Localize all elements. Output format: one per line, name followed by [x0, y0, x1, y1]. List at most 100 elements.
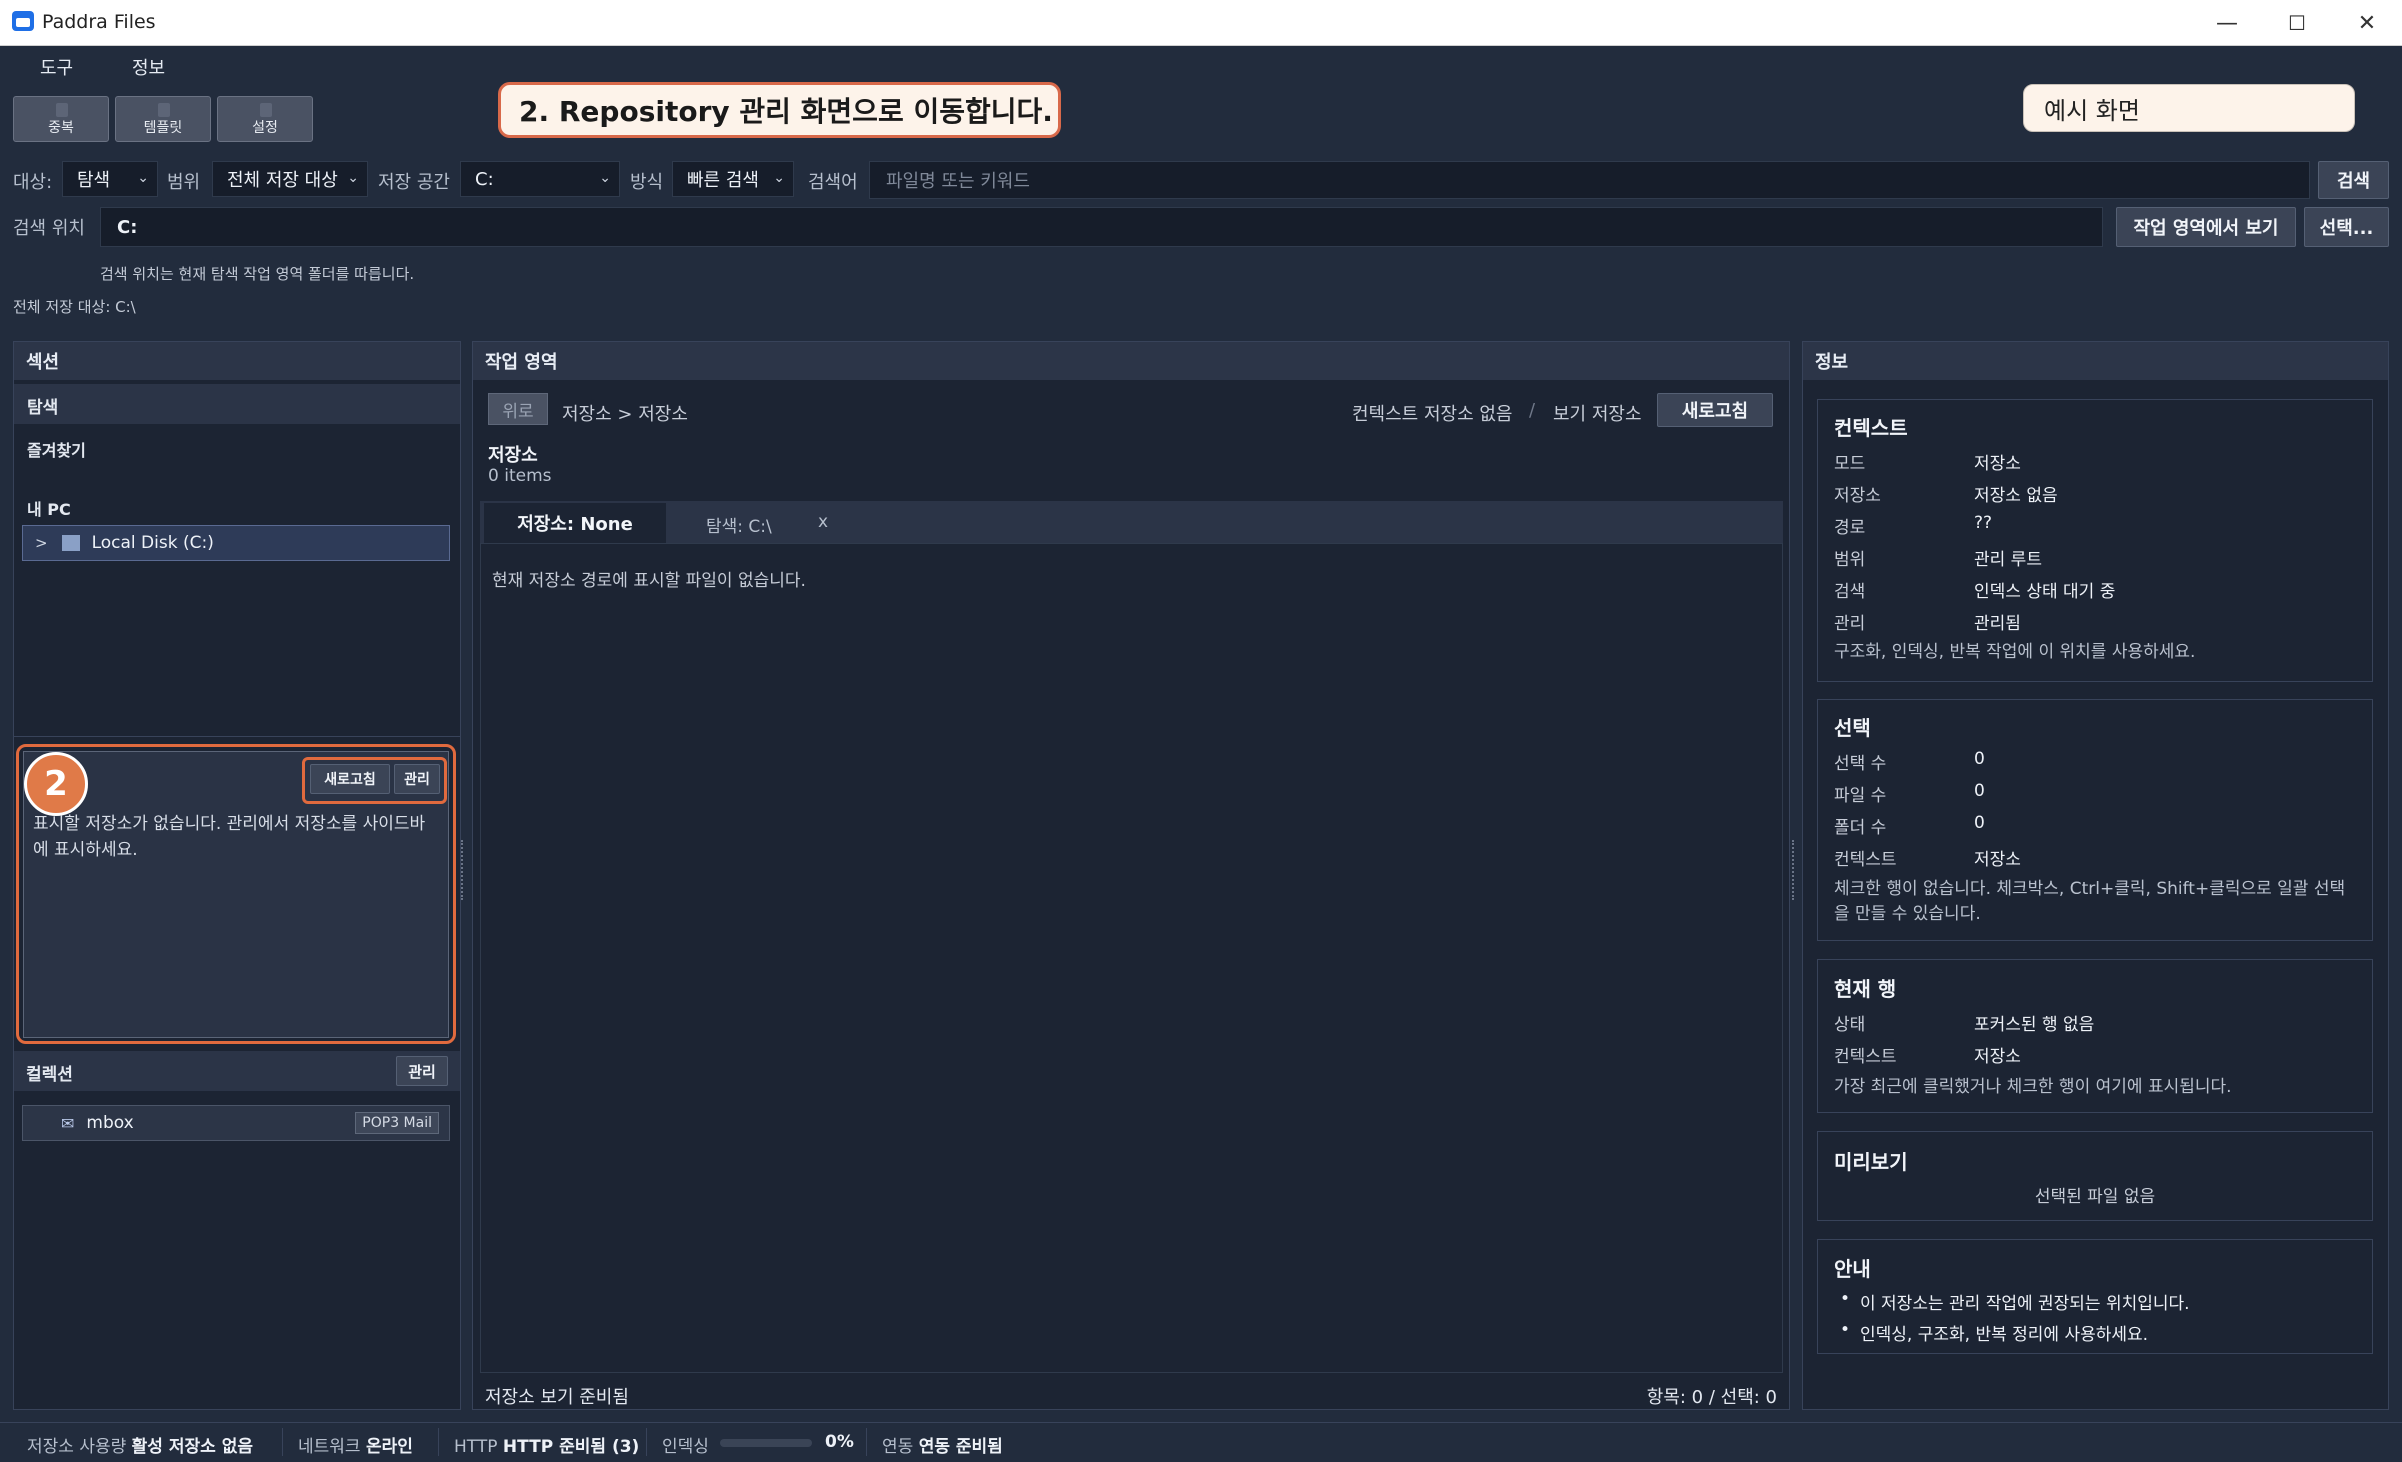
scope-select[interactable]: 전체 저장 대상 ⌄ [212, 161, 368, 197]
target-select[interactable]: 탐색 ⌄ [62, 161, 158, 197]
context-value: 저장소 없음 [1974, 486, 2058, 506]
explore-label: 탐색 [27, 398, 59, 418]
storage-label: 저장 공간 [378, 172, 450, 193]
view-storage-label: 보기 저장소 [1553, 404, 1642, 425]
minimize-icon[interactable]: — [2192, 0, 2262, 46]
close-icon[interactable]: ✕ [2332, 0, 2402, 46]
storage-usage-value: 활성 저장소 없음 [131, 1437, 253, 1457]
workspace-tabs [480, 501, 1783, 543]
repository-manage-button[interactable]: 관리 [394, 764, 440, 794]
selection-key: 컨텍스트 [1834, 850, 1897, 870]
current-row-title: 현재 행 [1834, 977, 1897, 1001]
guide-title: 안내 [1834, 1257, 1871, 1281]
indexing-progress-bar [720, 1439, 812, 1447]
tab-explore[interactable]: 탐색: C:\ [706, 512, 772, 537]
location-hint: 검색 위치는 현재 탐색 작업 영역 폴더를 따릅니다. [100, 265, 415, 283]
current-row-value: 포커스된 행 없음 [1974, 1015, 2095, 1035]
chevron-down-icon: ⌄ [347, 170, 359, 186]
duplicate-icon [56, 103, 68, 117]
workspace-count: 0 items [488, 466, 552, 486]
view-in-workspace-button[interactable]: 작업 영역에서 보기 [2116, 207, 2296, 247]
context-key: 모드 [1834, 454, 1866, 474]
scope-value: 전체 저장 대상 [227, 170, 338, 191]
context-note: 구조화, 인덱싱, 반복 작업에 이 위치를 사용하세요. [1834, 642, 2196, 662]
storage-usage-status: 저장소 사용량 활성 저장소 없음 [27, 1432, 253, 1457]
method-label: 방식 [630, 172, 664, 193]
indexing-percent: 0% [825, 1432, 854, 1452]
select-location-button[interactable]: 선택... [2304, 207, 2389, 247]
method-value: 빠른 검색 [687, 170, 759, 191]
selection-value: 0 [1974, 781, 1985, 801]
expand-arrow-icon[interactable]: > [35, 534, 48, 552]
network-label: 네트워크 [298, 1437, 361, 1457]
sync-status: 연동 연동 준비됨 [882, 1432, 1003, 1457]
menu-info[interactable]: 정보 [132, 54, 165, 80]
context-value: 인덱스 상태 대기 중 [1974, 582, 2116, 602]
settings-label: 설정 [252, 120, 278, 136]
collections-header-bar [14, 1051, 460, 1091]
duplicate-button[interactable]: 중복 [13, 96, 109, 142]
menu-bar [0, 46, 2402, 86]
file-list-area [480, 543, 1783, 1373]
target-value: 탐색 [77, 170, 111, 191]
disk-icon [61, 535, 80, 551]
gear-icon [260, 103, 272, 117]
context-key: 범위 [1834, 550, 1866, 570]
selection-value: 저장소 [1974, 850, 2021, 870]
http-label: HTTP [454, 1437, 498, 1457]
selection-value: 0 [1974, 813, 1985, 833]
keyword-input[interactable]: 파일명 또는 키워드 [869, 161, 2310, 199]
location-input[interactable]: C: [100, 207, 2103, 247]
no-context-label: 컨텍스트 저장소 없음 [1352, 404, 1513, 425]
repository-refresh-button[interactable]: 새로고침 [310, 764, 390, 794]
repository-empty-text: 표시할 저장소가 없습니다. 관리에서 저장소를 사이드바에 표시하세요. [33, 814, 426, 860]
workspace-title: 저장소 [488, 445, 538, 466]
tab-storage[interactable]: 저장소: None [484, 503, 666, 543]
splitter[interactable] [14, 736, 460, 737]
guide-item: 이 저장소는 관리 작업에 권장되는 위치입니다. [1860, 1294, 2190, 1314]
sections-header: 섹션 [14, 342, 460, 380]
collection-tag: POP3 Mail [355, 1112, 439, 1134]
selection-key: 폴더 수 [1834, 818, 1887, 838]
favorites-label[interactable]: 즐겨찾기 [27, 437, 86, 461]
selection-key: 선택 수 [1834, 754, 1887, 774]
context-value: ?? [1974, 513, 1993, 533]
chevron-down-icon: ⌄ [599, 170, 611, 186]
context-value: 저장소 [1974, 454, 2021, 474]
menu-tools[interactable]: 도구 [40, 54, 73, 80]
folder-app-icon [12, 11, 34, 31]
settings-button[interactable]: 설정 [217, 96, 313, 142]
status-divider [646, 1428, 647, 1456]
local-disk-item[interactable]: > Local Disk (C:) [22, 525, 450, 561]
collections-manage-button[interactable]: 관리 [396, 1056, 448, 1086]
preview-title: 미리보기 [1834, 1150, 1908, 1174]
selection-value: 0 [1974, 749, 1985, 769]
context-title: 컨텍스트 [1834, 416, 1908, 440]
search-button[interactable]: 검색 [2318, 161, 2389, 199]
template-label: 템플릿 [143, 120, 183, 136]
status-divider [438, 1428, 439, 1456]
left-resize-handle[interactable] [461, 840, 467, 900]
indexing-label: 인덱싱 [662, 1437, 709, 1457]
keyword-placeholder: 파일명 또는 키워드 [886, 171, 1030, 192]
storage-select[interactable]: C: ⌄ [460, 161, 620, 197]
selection-key: 파일 수 [1834, 786, 1887, 806]
all-targets-text: 전체 저장 대상: C:\ [13, 298, 136, 316]
template-button[interactable]: 템플릿 [115, 96, 211, 142]
workspace-refresh-button[interactable]: 새로고침 [1657, 393, 1773, 427]
tab-close-icon[interactable]: x [818, 512, 828, 532]
maximize-icon[interactable]: ☐ [2262, 0, 2332, 46]
explore-row[interactable] [14, 384, 460, 424]
right-resize-handle[interactable] [1792, 840, 1798, 900]
up-button[interactable]: 위로 [488, 393, 548, 425]
method-select[interactable]: 빠른 검색 ⌄ [672, 161, 794, 197]
workspace-header: 작업 영역 [473, 342, 1789, 380]
location-label: 검색 위치 [13, 218, 85, 239]
current-row-value: 저장소 [1974, 1047, 2021, 1067]
collection-item-mbox[interactable]: ✉ mbox POP3 Mail [22, 1105, 450, 1141]
network-value: 온라인 [365, 1437, 413, 1457]
target-label: 대상: [13, 172, 53, 193]
status-divider [866, 1428, 867, 1456]
guide-bullet: • [1840, 1320, 1851, 1340]
sync-label: 연동 [882, 1437, 914, 1457]
